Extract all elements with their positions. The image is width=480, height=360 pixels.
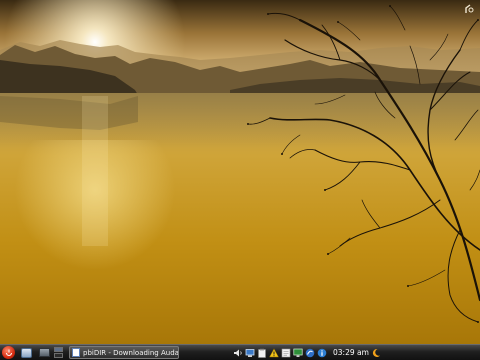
info-icon[interactable] — [317, 348, 327, 358]
pager-desktop-1[interactable] — [54, 347, 63, 352]
desktop-toolbox-icon[interactable] — [464, 3, 476, 15]
kde-menu-icon[interactable] — [2, 346, 15, 359]
network-icon[interactable] — [245, 348, 255, 358]
desktop-pager[interactable] — [54, 347, 63, 358]
show-desktop-icon[interactable] — [37, 346, 51, 359]
lake-sunset-wallpaper — [0, 0, 480, 344]
desktop — [0, 0, 480, 360]
show-desktop-icon-shape — [38, 348, 50, 357]
task-pbidir[interactable]: pbiDIR - Downloading Audacity › — [69, 346, 179, 359]
update-manager-icon[interactable] — [305, 348, 315, 358]
document-icon — [72, 348, 80, 357]
moon-icon[interactable] — [371, 348, 381, 358]
clipboard-icon[interactable] — [257, 348, 267, 358]
taskbar: pbiDIR - Downloading Audacity › — [0, 344, 480, 360]
pager-desktop-2[interactable] — [54, 353, 63, 358]
volume-icon[interactable] — [233, 348, 243, 358]
file-manager-icon-shape — [20, 347, 32, 358]
display-icon[interactable] — [293, 348, 303, 358]
warning-icon[interactable] — [269, 347, 279, 358]
notes-icon[interactable] — [281, 348, 291, 358]
file-manager-icon[interactable] — [19, 346, 33, 359]
task-label: pbiDIR - Downloading Audacity — [83, 348, 179, 357]
system-tray: 03:29 am — [233, 345, 381, 360]
clock[interactable]: 03:29 am — [333, 345, 369, 360]
